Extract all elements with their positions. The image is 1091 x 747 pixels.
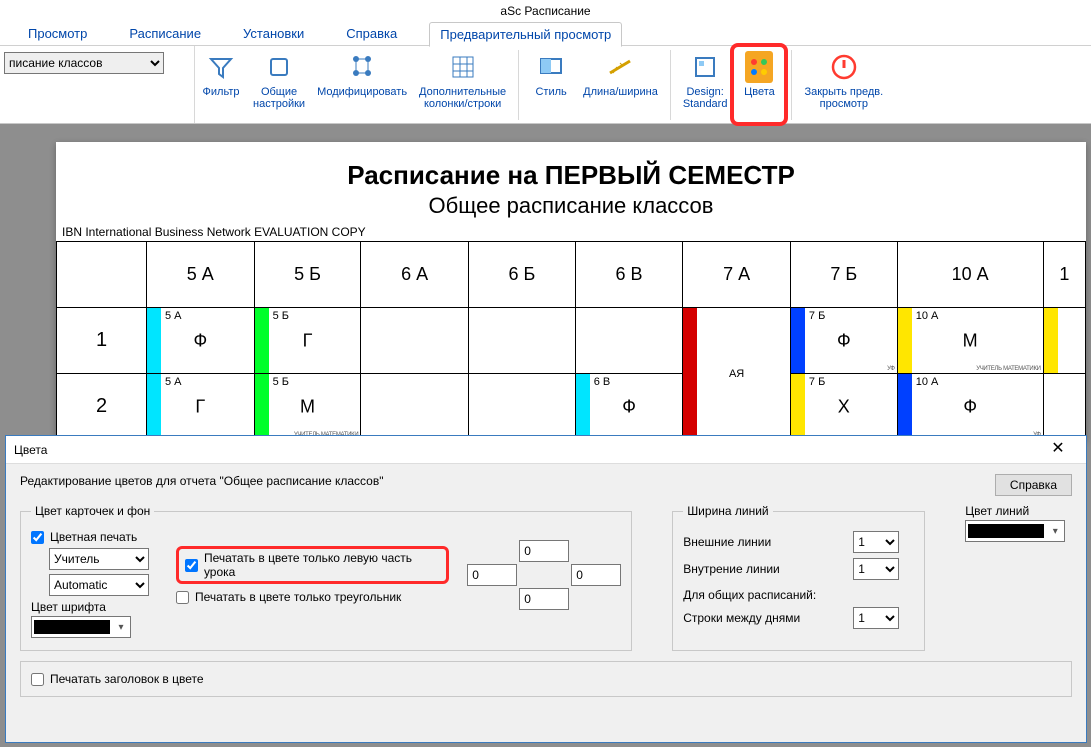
- schedule-cell: 7 БХ: [790, 374, 897, 440]
- margin-bottom[interactable]: [519, 588, 569, 610]
- margin-top[interactable]: [519, 540, 569, 562]
- chk-left-only-highlight: Печатать в цвете только левую часть урок…: [176, 546, 449, 584]
- sel-outer[interactable]: 1: [853, 531, 899, 553]
- schedule-cell: [1043, 308, 1085, 374]
- eval-watermark: IBN International Business Network EVALU…: [56, 225, 1086, 239]
- ribbon-general[interactable]: Общие настройки: [247, 46, 311, 123]
- group-cards: Цвет карточек и фон Цветная печать Учите…: [20, 504, 632, 651]
- ribbon-design[interactable]: Design: Standard: [677, 46, 734, 123]
- schedule-cell: 5 АФ: [147, 308, 255, 374]
- group-header-color: Печатать заголовок в цвете: [20, 661, 1072, 697]
- col-header: 7 Б: [790, 242, 897, 308]
- menu-0[interactable]: Просмотр: [18, 22, 97, 45]
- menu-2[interactable]: Установки: [233, 22, 314, 45]
- schedule-cell: [468, 308, 575, 374]
- col-header: 6 В: [575, 242, 683, 308]
- schedule-cell: [1043, 374, 1085, 440]
- col-header: 1: [1043, 242, 1085, 308]
- schedule-cell: 10 АМУЧИТЕЛЬ МАТЕМАТИКИ: [897, 308, 1043, 374]
- font-color-combo[interactable]: ▾: [31, 616, 131, 638]
- lbl-font-color: Цвет шрифта: [31, 600, 158, 614]
- schedule-cell: 7 БФУФ: [790, 308, 897, 374]
- row-header: 2: [57, 374, 147, 440]
- menu-4[interactable]: Предварительный просмотр: [429, 22, 622, 47]
- ribbon-filter[interactable]: Фильтр: [195, 46, 247, 123]
- page-title: Расписание на ПЕРВЫЙ СЕМЕСТР: [56, 142, 1086, 191]
- chk-color-print[interactable]: Цветная печать: [31, 530, 158, 544]
- ribbon: писание классов ФильтрОбщие настройкиМод…: [0, 46, 1091, 124]
- chk-header[interactable]: Печатать заголовок в цвете: [31, 672, 1061, 686]
- margin-left[interactable]: [467, 564, 517, 586]
- colors-dialog: Цвета ✕ Редактирование цветов для отчета…: [5, 435, 1087, 743]
- schedule-cell: 5 АГ: [147, 374, 255, 440]
- menu-1[interactable]: Расписание: [119, 22, 211, 45]
- col-header: 6 Б: [468, 242, 575, 308]
- schedule-cell: 5 БМУЧИТЕЛЬ МАТЕМАТИКИ: [254, 374, 361, 440]
- general-icon: [262, 50, 296, 84]
- chk-left-only[interactable]: [185, 559, 198, 572]
- schedule-cell: [361, 374, 469, 440]
- group-cards-legend: Цвет карточек и фон: [31, 504, 154, 518]
- col-header: 5 А: [147, 242, 255, 308]
- group-lines-legend: Ширина линий: [683, 504, 772, 518]
- dialog-intro: Редактирование цветов для отчета "Общее …: [20, 474, 383, 488]
- ribbon-style[interactable]: Стиль: [525, 46, 577, 123]
- colors-icon: [742, 50, 776, 84]
- col-header: 5 Б: [254, 242, 361, 308]
- schedule-cell: АЯ: [683, 308, 791, 440]
- schedule-cell: [575, 308, 683, 374]
- width-icon: [603, 50, 637, 84]
- modify-icon: [345, 50, 379, 84]
- style-icon: [534, 50, 568, 84]
- schedule-table: 5 А5 Б6 А6 Б6 В7 А7 Б10 А115 АФ5 БГАЯ7 Б…: [56, 241, 1086, 440]
- page-subtitle: Общее расписание классов: [56, 193, 1086, 219]
- group-lines: Ширина линий Внешние линии1 Внутрение ли…: [672, 504, 925, 651]
- schedule-cell: 5 БГ: [254, 308, 361, 374]
- menu-bar: Просмотр Расписание Установки Справка Предва…: [0, 22, 1091, 46]
- app-title: aSc Расписание: [0, 0, 1091, 22]
- sel-daygap[interactable]: 1: [853, 607, 899, 629]
- col-header: 6 А: [361, 242, 469, 308]
- sel-teacher[interactable]: Учитель: [49, 548, 149, 570]
- col-header: 10 А: [897, 242, 1043, 308]
- col-header: [57, 242, 147, 308]
- chk-triangle[interactable]: Печатать в цвете только треугольник: [176, 590, 449, 604]
- menu-3[interactable]: Справка: [336, 22, 407, 45]
- report-select[interactable]: писание классов: [4, 52, 164, 74]
- row-header: 1: [57, 308, 147, 374]
- sel-inner[interactable]: 1: [853, 558, 899, 580]
- schedule-cell: 6 ВФ: [575, 374, 683, 440]
- line-color-combo[interactable]: ▾: [965, 520, 1065, 542]
- extra-icon: [446, 50, 480, 84]
- ribbon-close[interactable]: Закрыть предв. просмотр: [798, 46, 889, 123]
- preview-page: Расписание на ПЕРВЫЙ СЕМЕСТР Общее распи…: [56, 142, 1086, 440]
- help-button[interactable]: Справка: [995, 474, 1072, 496]
- ribbon-width[interactable]: Длина/ширина: [577, 46, 664, 123]
- dialog-title: Цвета: [14, 443, 47, 457]
- lbl-line-color: Цвет линий: [965, 504, 1072, 518]
- filter-icon: [204, 50, 238, 84]
- design-icon: [688, 50, 722, 84]
- sel-auto[interactable]: Automatic: [49, 574, 149, 596]
- ribbon-colors[interactable]: Цвета: [733, 46, 785, 123]
- schedule-cell: [468, 374, 575, 440]
- close-icon[interactable]: ✕: [1038, 438, 1078, 462]
- schedule-cell: 10 АФУФ: [897, 374, 1043, 440]
- ribbon-modify[interactable]: Модифицировать: [311, 46, 413, 123]
- col-header: 7 А: [683, 242, 791, 308]
- schedule-cell: [361, 308, 469, 374]
- margin-right[interactable]: [571, 564, 621, 586]
- ribbon-extra[interactable]: Дополнительные колонки/строки: [413, 46, 512, 123]
- close-icon: [827, 50, 861, 84]
